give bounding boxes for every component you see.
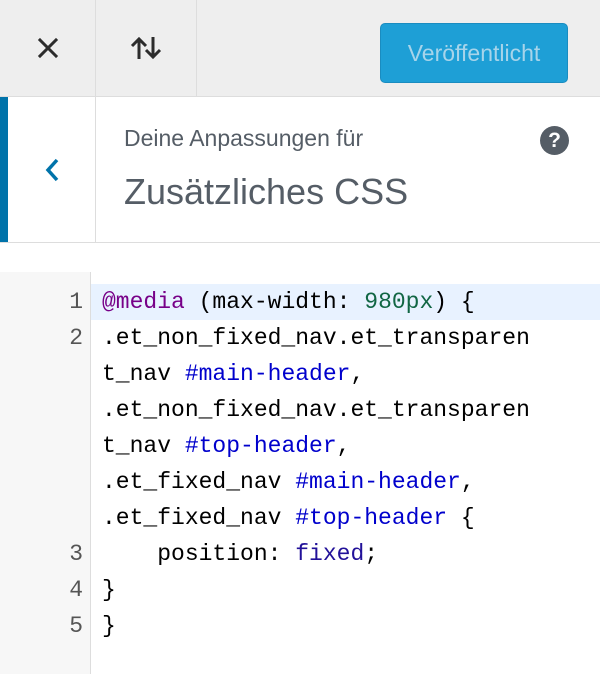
code-token: , [350,361,365,387]
help-icon[interactable]: ? [540,126,569,155]
code-token: ) { [433,289,475,315]
code-line-wrapped[interactable]: .et_non_fixed_nav.et_transparen [91,392,600,428]
code-line[interactable]: position: fixed; [91,536,600,572]
reorder-button[interactable] [96,0,197,96]
code-token: t_nav [102,361,185,387]
line-number: 1 [69,289,83,315]
code-token: #top-header [295,505,448,531]
section-title: Zusätzliches CSS [124,171,409,212]
code-token: ; [364,541,379,567]
line-number: 3 [69,541,83,567]
line-number: 4 [69,577,83,603]
code-token: , [336,433,351,459]
code-token: (max-width: [184,289,365,315]
chevron-left-icon [45,158,58,181]
code-token: t_nav [102,433,185,459]
css-code-editor[interactable]: 1 2 3 4 5 @media (max-width: 980px) { .e… [0,272,600,674]
code-token: .et_fixed_nav [102,505,296,531]
code-token: .et_non_fixed_nav.et_transparen [102,397,530,423]
code-token: position: [157,541,296,567]
code-token: #top-header [184,433,337,459]
line-number-gutter: 1 2 3 4 5 [0,272,91,674]
code-token: #main-header [184,361,351,387]
back-button[interactable] [0,97,96,242]
code-line-wrapped[interactable]: .et_fixed_nav #top-header { [91,500,600,536]
code-line[interactable]: .et_non_fixed_nav.et_transparen [91,320,600,356]
code-line-wrapped[interactable]: t_nav #main-header, [91,356,600,392]
code-token: .et_non_fixed_nav.et_transparen [102,325,530,351]
section-subtitle: Deine Anpassungen für [124,125,364,151]
close-button[interactable] [0,0,96,96]
code-token: { [447,505,475,531]
code-token: , [460,469,475,495]
line-number: 2 [69,325,83,351]
code-token: } [102,577,116,603]
customizer-header: Veröffentlicht [0,0,600,97]
code-token: .et_fixed_nav [102,469,296,495]
close-icon [37,37,58,59]
code-token: #main-header [295,469,461,495]
line-number: 5 [69,613,83,639]
code-token: 980px [364,289,434,315]
code-token: @media [102,289,185,315]
code-token: } [102,613,116,639]
publish-button[interactable]: Veröffentlicht [380,23,568,83]
code-line[interactable]: } [91,608,600,644]
code-line[interactable]: } [91,572,600,608]
code-token: fixed [295,541,365,567]
reorder-arrows-icon [130,36,162,60]
section-header: Deine Anpassungen für Zusätzliches CSS ? [0,97,600,243]
code-line-active[interactable]: @media (max-width: 980px) { [91,284,600,320]
code-line-wrapped[interactable]: .et_fixed_nav #main-header, [91,464,600,500]
code-line-wrapped[interactable]: t_nav #top-header, [91,428,600,464]
